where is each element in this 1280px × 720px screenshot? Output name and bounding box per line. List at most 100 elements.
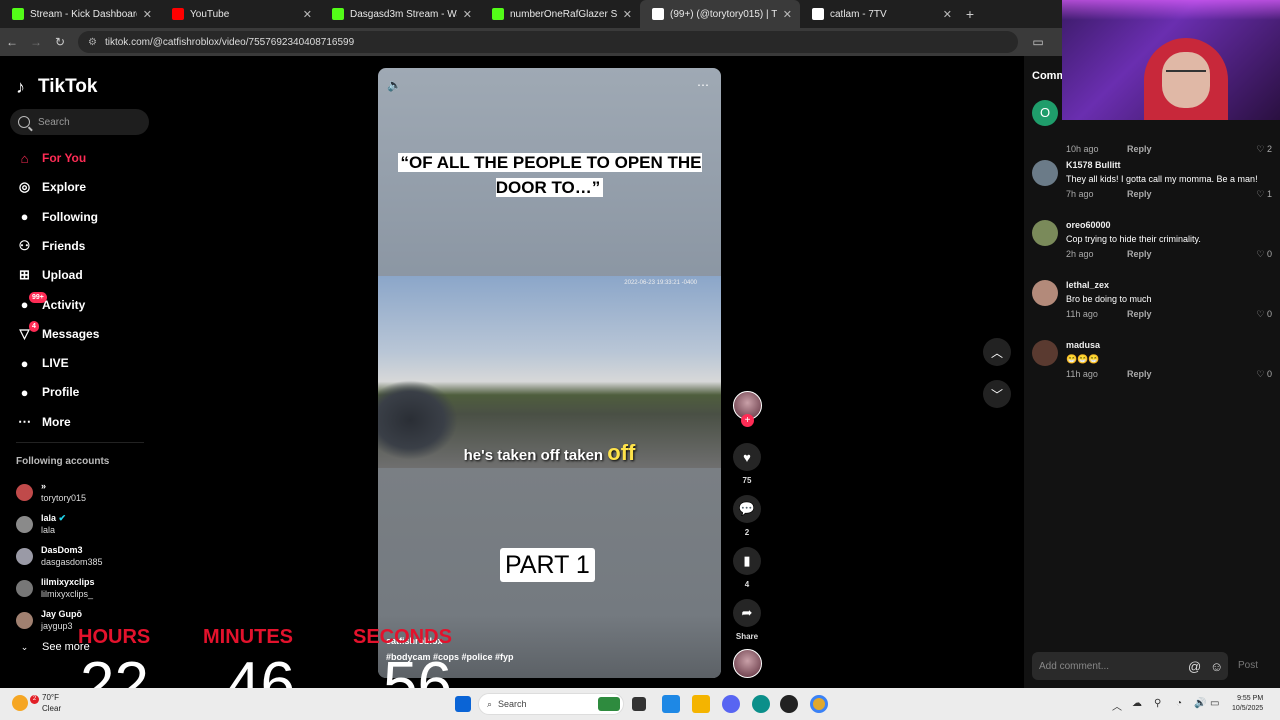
edge-icon[interactable] bbox=[752, 695, 770, 713]
browser-tab[interactable]: Stream - Kick Dashboard ✕ bbox=[0, 0, 160, 28]
comment-like-button[interactable]: ♡ 0 bbox=[1256, 249, 1272, 260]
following-account[interactable]: DasDom3 dasgasdom385 bbox=[16, 544, 103, 568]
file-explorer-icon[interactable] bbox=[692, 695, 710, 713]
browser-tab[interactable]: catlam - 7TV ✕ bbox=[800, 0, 960, 28]
tab-close-icon[interactable]: ✕ bbox=[463, 8, 472, 21]
browser-tab[interactable]: Dasgasd3m Stream - Watch Live ✕ bbox=[320, 0, 480, 28]
browser-tab[interactable]: numberOneRafGlazer Stream - ✕ bbox=[480, 0, 640, 28]
tray-chevron-icon[interactable]: ︿ bbox=[1112, 698, 1122, 713]
reply-button[interactable]: Reply bbox=[1127, 309, 1152, 319]
new-tab-button[interactable]: + bbox=[960, 6, 980, 22]
weather-widget[interactable]: 2 70°F Clear bbox=[12, 692, 61, 714]
save-button[interactable]: ▮ 4 bbox=[733, 547, 761, 589]
comment-username[interactable]: lethal_zex bbox=[1066, 280, 1109, 290]
follow-plus-icon[interactable]: + bbox=[741, 414, 754, 427]
reply-button[interactable]: Reply bbox=[1127, 189, 1152, 199]
discord-icon[interactable] bbox=[722, 695, 740, 713]
reply-button[interactable]: Reply bbox=[1127, 144, 1152, 154]
tab-close-icon[interactable]: ✕ bbox=[943, 8, 952, 21]
wifi-icon[interactable]: ◔ bbox=[1176, 698, 1182, 709]
obs-icon[interactable] bbox=[780, 695, 798, 713]
like-button[interactable]: ♥ 75 bbox=[733, 443, 761, 485]
next-video-button[interactable]: ﹀ bbox=[983, 380, 1011, 408]
taskbar-clock[interactable]: 9:55 PM 10/5/2025 bbox=[1232, 694, 1263, 714]
reply-button[interactable]: Reply bbox=[1127, 249, 1152, 259]
browser-tab[interactable]: YouTube ✕ bbox=[160, 0, 320, 28]
tiktok-logo[interactable]: ♪ TikTok bbox=[16, 76, 97, 98]
sidebar-item-messages[interactable]: ▽ 4 Messages bbox=[16, 321, 99, 345]
comment-like-button[interactable]: ♡ 1 bbox=[1256, 189, 1272, 200]
comment-avatar[interactable] bbox=[1032, 280, 1058, 306]
sidebar-item-explore[interactable]: ◎ Explore bbox=[16, 176, 86, 198]
sound-disc-avatar[interactable] bbox=[733, 649, 762, 678]
account-name-text: Jay Gupō bbox=[41, 609, 83, 619]
heart-icon: ♥ bbox=[733, 443, 761, 471]
tab-close-icon[interactable]: ✕ bbox=[783, 8, 792, 21]
cast-icon[interactable]: ▭ bbox=[1026, 35, 1050, 49]
profile-icon: ● bbox=[20, 384, 29, 400]
mention-icon[interactable]: @ bbox=[1188, 659, 1201, 674]
tab-title: YouTube bbox=[190, 8, 230, 20]
share-button[interactable]: ➦ Share bbox=[733, 599, 761, 641]
video-player[interactable]: 2022-06-23 19:33:21 -0400 🔈 ⋯ “OF ALL TH… bbox=[378, 68, 721, 678]
more-options-icon[interactable]: ⋯ bbox=[697, 78, 709, 92]
comment-like-count: 1 bbox=[1266, 189, 1272, 199]
start-icon[interactable] bbox=[455, 696, 471, 712]
store-icon[interactable] bbox=[662, 695, 680, 713]
reply-button[interactable]: Reply bbox=[1127, 369, 1152, 379]
sidebar-item-upload[interactable]: ⊞ Upload bbox=[16, 264, 83, 286]
comment-like-button[interactable]: ♡ 2 bbox=[1256, 144, 1272, 155]
home-icon: ⌂ bbox=[20, 150, 29, 166]
address-bar[interactable]: ⚙ tiktok.com/@catfishroblox/video/755769… bbox=[78, 31, 1018, 53]
comment-username[interactable]: madusa bbox=[1066, 340, 1100, 350]
following-account[interactable]: » torytory015 bbox=[16, 480, 86, 504]
comment-avatar[interactable] bbox=[1032, 160, 1058, 186]
comment-avatar[interactable] bbox=[1032, 220, 1058, 246]
browser-tab[interactable]: (99+) (@torytory015) | Tik ✕ bbox=[640, 0, 800, 28]
sidebar-item-activity[interactable]: ● 99+ Activity bbox=[16, 292, 85, 316]
reload-icon[interactable]: ↻ bbox=[48, 35, 72, 49]
comment-username[interactable]: K1578 Bullitt bbox=[1066, 160, 1121, 170]
add-comment-input[interactable]: Add comment... @ ☺ bbox=[1032, 652, 1228, 680]
countdown-hours-label: HOURS bbox=[78, 626, 151, 648]
back-icon[interactable]: ← bbox=[0, 35, 24, 49]
comment-item: madusa 😁😁😁 11h ago Reply ♡ 0 bbox=[1032, 340, 1272, 396]
following-account[interactable]: lala ✔ lala bbox=[16, 512, 66, 536]
comment-avatar[interactable] bbox=[1032, 340, 1058, 366]
sidebar-item-live[interactable]: ● LIVE bbox=[16, 352, 69, 374]
previous-video-button[interactable]: ︿ bbox=[983, 338, 1011, 366]
following-account[interactable]: lilmixyxclips lilmixyxclips_ bbox=[16, 576, 95, 600]
weather-condition: Clear bbox=[42, 704, 62, 713]
forward-icon[interactable]: → bbox=[24, 35, 48, 49]
sidebar-item-for-you[interactable]: ⌂ For You bbox=[16, 147, 87, 169]
sidebar-item-friends[interactable]: ⚇ Friends bbox=[16, 235, 86, 257]
account-name-text: lilmixyxclips bbox=[41, 577, 95, 587]
comment-like-button[interactable]: ♡ 0 bbox=[1256, 369, 1272, 380]
volume-icon[interactable]: 🔈 bbox=[387, 78, 402, 92]
comment-button[interactable]: 💬 2 bbox=[733, 495, 761, 537]
tab-favicon-icon bbox=[492, 8, 504, 20]
search-input[interactable]: Search bbox=[10, 109, 149, 135]
tab-close-icon[interactable]: ✕ bbox=[143, 8, 152, 21]
task-view-icon[interactable] bbox=[632, 697, 646, 711]
volume-icon[interactable]: 🔊 bbox=[1194, 698, 1206, 709]
sidebar-item-more[interactable]: ⋯ More bbox=[16, 411, 71, 433]
sidebar-item-following[interactable]: ● Following bbox=[16, 206, 98, 228]
comment-like-button[interactable]: ♡ 0 bbox=[1256, 309, 1272, 320]
tab-favicon-icon bbox=[332, 8, 344, 20]
site-info-icon[interactable]: ⚙ bbox=[88, 37, 97, 48]
usb-icon[interactable]: ⚲ bbox=[1154, 698, 1161, 709]
tab-close-icon[interactable]: ✕ bbox=[623, 8, 632, 21]
tab-close-icon[interactable]: ✕ bbox=[303, 8, 312, 21]
weather-temp: 70°F bbox=[42, 693, 59, 702]
following-account[interactable]: Jay Gupō jaygup3 bbox=[16, 608, 82, 632]
battery-icon[interactable]: ▭ bbox=[1210, 698, 1219, 709]
account-name: Jay Gupō bbox=[41, 608, 82, 620]
comment-avatar[interactable]: O bbox=[1032, 100, 1058, 126]
chrome-icon[interactable] bbox=[810, 695, 828, 713]
tray-app-icon[interactable]: ☁ bbox=[1132, 698, 1142, 709]
sidebar-item-profile[interactable]: ● Profile bbox=[16, 381, 80, 403]
comment-username[interactable]: oreo60000 bbox=[1066, 220, 1111, 230]
emoji-icon[interactable]: ☺ bbox=[1210, 659, 1223, 674]
post-button[interactable]: Post bbox=[1238, 660, 1258, 671]
